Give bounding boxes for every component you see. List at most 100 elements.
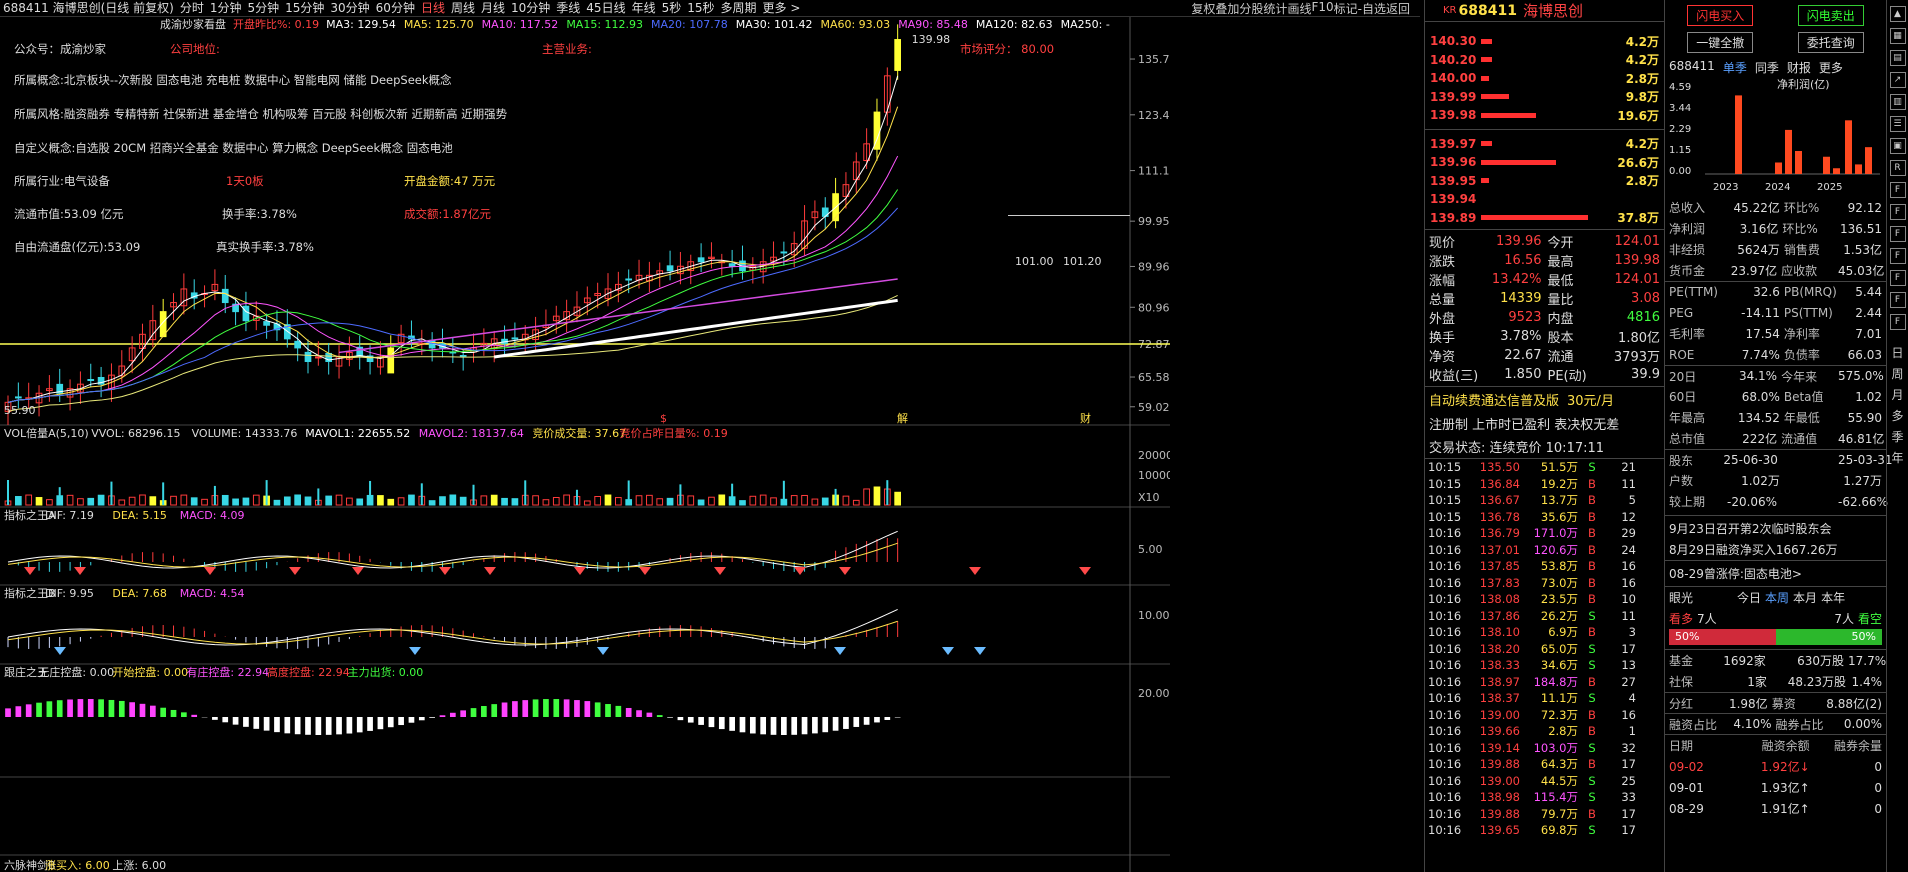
tick-count: 17 [1621,641,1636,656]
finance-tab[interactable]: 同季 [1755,59,1779,76]
control-bar [429,717,435,718]
order-query-button[interactable]: 委托查询 [1797,32,1864,53]
margin-cell: 0 [1874,759,1882,774]
bid-row[interactable]: 139.89 37.8万 [1425,209,1664,228]
period-tab[interactable]: 更多 > [760,0,804,16]
volume-header: VVOL: 68296.15 [91,427,180,440]
toolbar-button[interactable]: 标记 [1334,0,1358,17]
sidebar-period[interactable]: 日 [1891,344,1903,361]
event-marker-dollar[interactable]: $ [660,412,667,425]
limit-up-note[interactable]: 08-29曾涨停:固态电池> [1665,560,1886,587]
finance-cell: PB(MRQ) [1783,285,1837,299]
toolbar-button[interactable]: 复权 [1191,0,1215,17]
period-tab[interactable]: 15分钟 [282,0,327,16]
tick-volume: 13.7万 [1540,493,1578,508]
period-tab[interactable]: 45日线 [583,0,628,16]
volume-header: MAVOL1: 22655.52 [305,427,410,440]
finance-row: 净利润 3.16亿 环比% 136.51 [1665,218,1886,239]
grid-icon[interactable]: ▦ [1889,28,1906,44]
eye-tab[interactable]: 本周 [1765,589,1789,606]
eye-tab[interactable]: 本年 [1821,589,1845,606]
period-tab[interactable]: 周线 [448,0,478,16]
eye-tab[interactable]: 今日 [1737,589,1761,606]
sidebar-period[interactable]: 多 [1891,407,1903,424]
bid-row[interactable]: 139.96 26.6万 [1425,153,1664,172]
flash-buy-button[interactable]: 闪电买入 [1687,5,1754,26]
volume-bar [749,495,757,506]
bid-row[interactable]: 139.94 [1425,190,1664,209]
f1-icon[interactable]: F [1889,182,1906,198]
period-tab[interactable]: 15秒 [684,0,717,16]
bar-icon[interactable]: ▥ [1889,94,1906,110]
ask-row[interactable]: 140.20 4.2万 [1425,51,1664,70]
ask-row[interactable]: 139.98 19.6万 [1425,106,1664,125]
up-arrow-icon[interactable]: ▲ [1889,6,1906,22]
news-item[interactable]: 8月29日融资净买入1667.26万 [1665,539,1886,560]
toolbar-button[interactable]: 叠加 [1215,0,1239,17]
f2-icon[interactable]: F [1889,204,1906,220]
trend-icon[interactable]: ↗ [1889,72,1906,88]
toolbar-button[interactable]: -自选 [1358,0,1386,17]
ask-row[interactable]: 140.30 4.2万 [1425,32,1664,51]
ask-row[interactable]: 140.00 2.8万 [1425,69,1664,88]
flash-sell-button[interactable]: 闪电卖出 [1797,5,1864,26]
tick-time: 10:16 [1428,806,1462,821]
period-tab[interactable]: 5分钟 [244,0,282,16]
list-icon[interactable]: ☰ [1889,116,1906,132]
period-tab[interactable]: 日线 [418,0,448,16]
sidebar-period[interactable]: 季 [1891,428,1903,445]
finance-cell: 流通值 [1781,432,1818,446]
finance-tab[interactable]: 财报 [1787,59,1811,76]
promo-banner[interactable]: 自动续费通达信普及版 30元/月 [1425,387,1664,412]
event-marker-finance[interactable]: 财 [1080,411,1091,425]
registration-note: 注册制 上市时已盈利 表决权无差 [1429,418,1620,433]
period-tab[interactable]: 10分钟 [508,0,553,16]
chart-icon[interactable]: ▤ [1889,50,1906,66]
toolbar-button[interactable]: 返回 [1386,0,1410,17]
news-item[interactable]: 9月23日召开第2次临时股东会 [1665,518,1886,539]
table-icon[interactable]: ▣ [1889,138,1906,154]
period-tab[interactable]: 月线 [478,0,508,16]
f3-icon[interactable]: F [1889,226,1906,242]
sidebar-period[interactable]: 周 [1891,365,1903,382]
quote-row: 总量 14339 量比 3.08 [1429,289,1660,308]
event-marker-unlock[interactable]: 解 [897,411,908,425]
sidebar-period[interactable]: 月 [1891,386,1903,403]
vote-bar[interactable]: 50% 50% [1669,629,1882,645]
tick-row: 10:15 136.84 19.2万 B 11 [1425,476,1664,493]
period-tab[interactable]: 1分钟 [207,0,245,16]
bid-row[interactable]: 139.97 4.2万 [1425,135,1664,154]
period-tab[interactable]: 多周期 [718,0,760,16]
period-tab[interactable]: 60分钟 [373,0,418,16]
bid-row[interactable]: 139.95 2.8万 [1425,172,1664,191]
period-tab[interactable]: 30分钟 [327,0,372,16]
bid-volume-bar [1481,178,1489,184]
control-bar [729,717,735,731]
tick-count: 33 [1621,790,1636,805]
f6-icon[interactable]: F [1889,292,1906,308]
period-tab[interactable]: 5秒 [659,0,685,16]
finance-cell: -14.11 [1741,305,1780,320]
ask-row[interactable]: 139.99 9.8万 [1425,88,1664,107]
toolbar-button[interactable]: 分股 [1239,0,1263,17]
period-tab[interactable]: 季线 [553,0,583,16]
f7-icon[interactable]: F [1889,314,1906,330]
eye-tab[interactable]: 本月 [1793,589,1817,606]
margin-cell: 09-02 [1669,759,1704,774]
f5-icon[interactable]: F [1889,270,1906,286]
toolbar-button[interactable]: 画线 [1287,0,1311,17]
f4-icon[interactable]: F [1889,248,1906,264]
finance-tab[interactable]: 更多 [1819,59,1843,76]
period-tab[interactable]: 分时 [177,0,207,16]
toolbar-button[interactable]: F10 [1311,0,1333,17]
sidebar-period[interactable]: 年 [1891,449,1903,466]
margin-cell: 1.93亿↑ [1760,781,1810,795]
finance-tab[interactable]: 688411 [1669,59,1715,76]
rsi-icon[interactable]: R [1889,160,1906,176]
finance-tab[interactable]: 单季 [1723,59,1747,76]
toolbar-button[interactable]: 统计 [1263,0,1287,17]
tick-time: 10:16 [1428,641,1462,656]
cancel-all-button[interactable]: 一键全撤 [1687,32,1754,53]
price-label: 111.1 [1138,165,1170,178]
period-tab[interactable]: 年线 [629,0,659,16]
